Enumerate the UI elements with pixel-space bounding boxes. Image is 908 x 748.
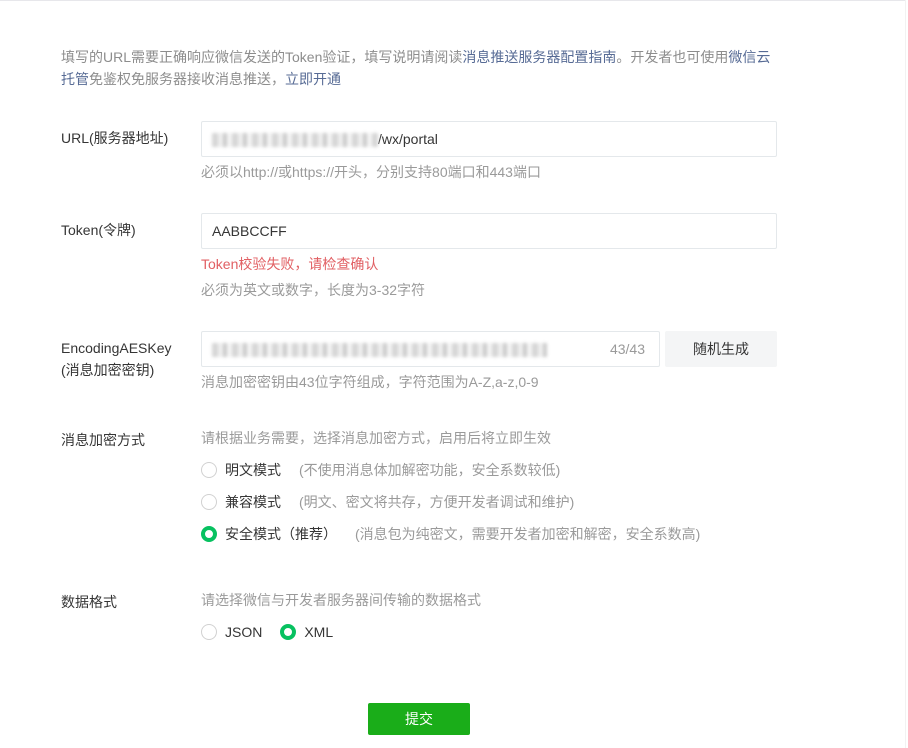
radio-unchecked[interactable] [201, 624, 217, 640]
format-option-json[interactable]: JSON [225, 621, 262, 643]
aes-hint: 消息加密密钥由43位字符组成，字符范围为A-Z,a-z,0-9 [201, 374, 539, 390]
token-input[interactable]: AABBCCFF [201, 213, 777, 249]
token-hint: 必须为英文或数字，长度为3-32字符 [201, 282, 426, 298]
url-value-suffix: /wx/portal [378, 131, 438, 147]
aes-sublabel: (消息加密密钥) [61, 362, 155, 378]
aes-label: EncodingAESKey [61, 340, 172, 356]
url-label: URL(服务器地址) [61, 130, 169, 146]
encrypt-option-secure[interactable]: 安全模式（推荐） (消息包为纯密文，需要开发者加密和解密，安全系数高) [201, 523, 700, 545]
token-error: Token校验失败，请检查确认 [201, 256, 379, 272]
encrypt-option-label: 兼容模式 [225, 494, 281, 510]
encrypt-option-label: 安全模式（推荐） [225, 526, 337, 542]
encrypt-option-desc: (明文、密文将共存，方便开发者调试和维护) [299, 494, 575, 510]
format-label: 数据格式 [61, 594, 117, 610]
url-hint: 必须以http://或https://开头，分别支持80端口和443端口 [201, 164, 541, 180]
aes-key-input[interactable]: 43/43 [201, 331, 660, 367]
radio-checked[interactable] [201, 526, 217, 542]
submit-button[interactable]: 提交 [368, 703, 470, 735]
redacted-url-prefix [212, 133, 378, 148]
url-input[interactable]: /wx/portal [201, 121, 777, 157]
encrypt-label: 消息加密方式 [61, 432, 145, 448]
intro-text-part: 免鉴权免服务器接收消息推送， [89, 71, 285, 87]
format-options: JSON XML [201, 621, 351, 643]
radio-unchecked[interactable] [201, 494, 217, 510]
format-option-xml[interactable]: XML [304, 621, 333, 643]
radio-unchecked[interactable] [201, 462, 217, 478]
enable-now-link[interactable]: 立即开通 [285, 71, 341, 87]
aes-key-counter: 43/43 [609, 341, 645, 357]
format-hint: 请选择微信与开发者服务器间传输的数据格式 [201, 592, 481, 608]
encrypt-option-desc: (不使用消息体加解密功能，安全系数较低) [299, 462, 561, 478]
radio-checked[interactable] [280, 624, 297, 640]
config-guide-link[interactable]: 消息推送服务器配置指南 [462, 49, 616, 65]
redacted-aes-key [212, 343, 547, 358]
intro-text-part: 。开发者也可使用 [616, 49, 729, 65]
encrypt-option-compatible[interactable]: 兼容模式 (明文、密文将共存，方便开发者调试和维护) [201, 491, 574, 513]
encrypt-option-desc: (消息包为纯密文，需要开发者加密和解密，安全系数高) [355, 526, 701, 542]
random-generate-button[interactable]: 随机生成 [665, 331, 777, 367]
intro-text-part: 填写的URL需要正确响应微信发送的Token验证，填写说明请阅读 [61, 49, 463, 65]
top-divider [0, 0, 905, 1]
right-divider [905, 0, 906, 748]
intro-text: 填写的URL需要正确响应微信发送的Token验证，填写说明请阅读消息推送服务器配… [61, 46, 781, 90]
encrypt-option-label: 明文模式 [225, 462, 281, 478]
encrypt-hint: 请根据业务需要，选择消息加密方式，启用后将立即生效 [201, 430, 551, 446]
encrypt-option-plaintext[interactable]: 明文模式 (不使用消息体加解密功能，安全系数较低) [201, 459, 560, 481]
token-label: Token(令牌) [61, 222, 136, 238]
